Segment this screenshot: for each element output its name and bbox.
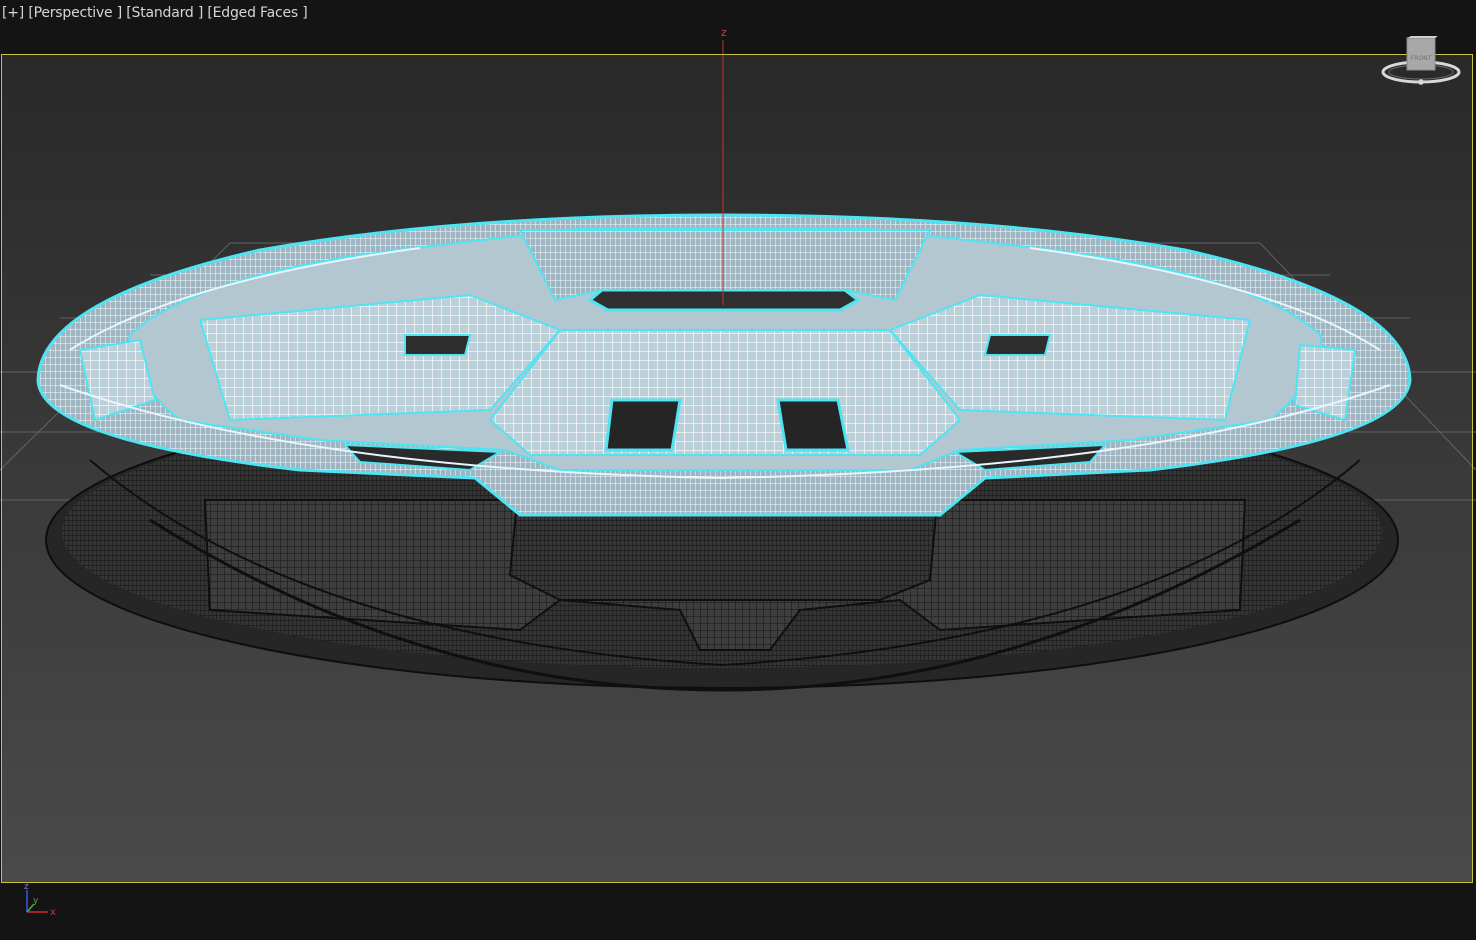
viewcube-icon[interactable]: FRONT [1380, 36, 1462, 88]
svg-text:z: z [24, 882, 29, 892]
viewport-display-menu[interactable]: [Edged Faces ] [207, 5, 307, 21]
viewcube-face-label: FRONT [1411, 55, 1432, 62]
svg-text:x: x [50, 907, 56, 918]
svg-text:y: y [33, 896, 39, 906]
active-viewport-border [1, 54, 1473, 883]
viewport-view-menu[interactable]: [Perspective ] [28, 5, 122, 21]
axis-tripod-icon: z y x [24, 882, 56, 918]
viewport-plus-menu[interactable]: [+] [2, 5, 24, 21]
viewport-label-menu: [+] [Perspective ] [Standard ] [Edged Fa… [2, 5, 308, 21]
viewport-shading-menu[interactable]: [Standard ] [126, 5, 203, 21]
z-axis-label: z [721, 26, 727, 39]
